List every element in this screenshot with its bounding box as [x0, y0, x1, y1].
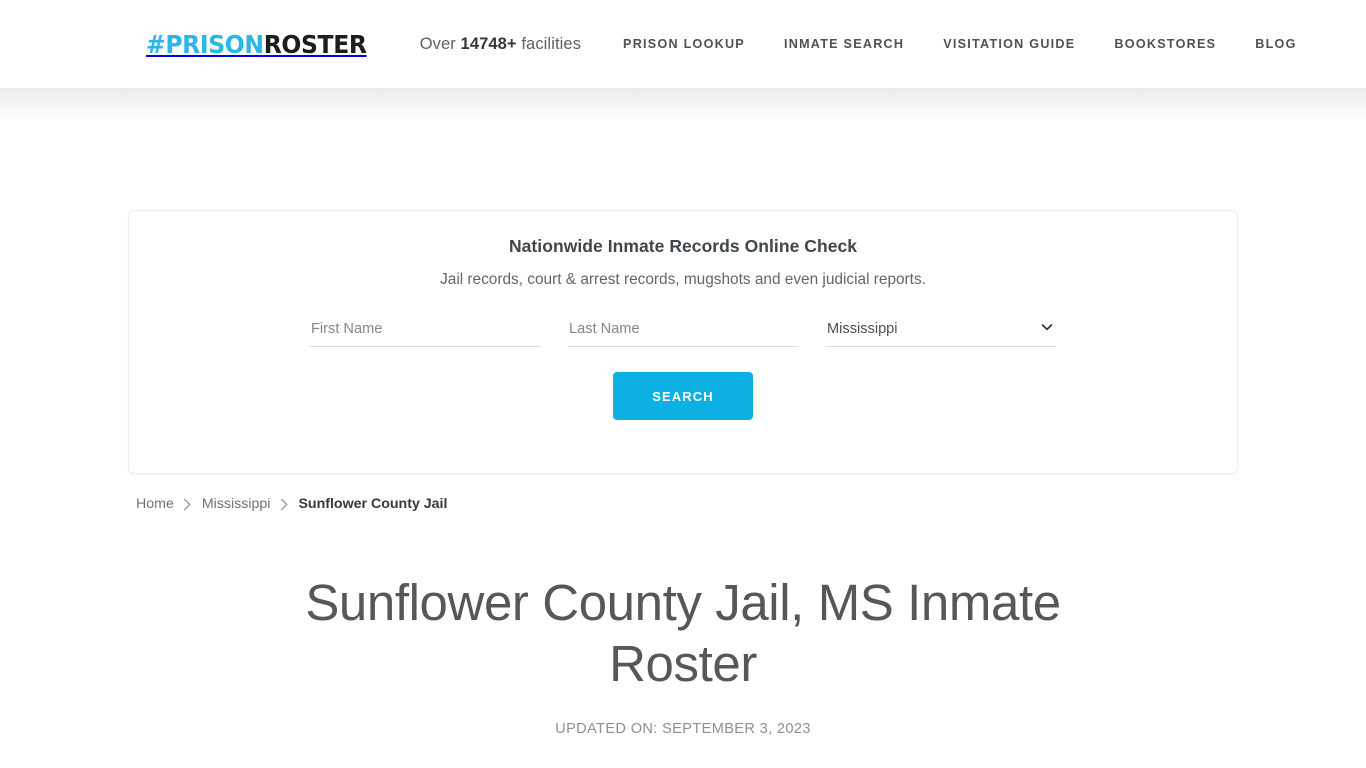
nav-item-blog[interactable]: BLOG [1255, 37, 1296, 51]
nav-item-inmate-search[interactable]: INMATE SEARCH [784, 37, 904, 51]
updated-on-label: UPDATED ON: SEPTEMBER 3, 2023 [555, 721, 811, 737]
nav-item-visitation-guide[interactable]: VISITATION GUIDE [943, 37, 1075, 51]
breadcrumb: Home Mississippi Sunflower County Jail [136, 496, 447, 512]
state-select[interactable]: Mississippi [826, 315, 1056, 346]
nav-item-prison-lookup[interactable]: PRISON LOOKUP [623, 37, 745, 51]
search-button[interactable]: SEARCH [613, 372, 753, 420]
logo-mark: #PRISON [146, 29, 264, 59]
site-header: #PRISONROSTER Over 14748+ facilities PRI… [0, 0, 1366, 122]
facilities-suffix: facilities [516, 34, 582, 53]
last-name-field [568, 315, 798, 347]
search-button-wrap: SEARCH [129, 372, 1237, 420]
site-logo[interactable]: #PRISONROSTER [146, 32, 367, 57]
breadcrumb-item-current: Sunflower County Jail [298, 496, 448, 512]
breadcrumb-item-mississippi[interactable]: Mississippi [202, 496, 271, 512]
inmate-search-card: Nationwide Inmate Records Online Check J… [128, 210, 1238, 474]
logo-name: ROSTER [263, 29, 367, 59]
inmate-search-form: Mississippi [129, 315, 1237, 347]
state-select-field: Mississippi [826, 315, 1056, 347]
last-name-input[interactable] [568, 315, 798, 346]
chevron-right-icon [174, 497, 202, 511]
search-card-subtitle: Jail records, court & arrest records, mu… [440, 271, 926, 288]
search-card-title: Nationwide Inmate Records Online Check [508, 236, 858, 256]
nav-item-bookstores[interactable]: BOOKSTORES [1114, 37, 1216, 51]
breadcrumb-item-home[interactable]: Home [136, 496, 174, 512]
page-title: Sunflower County Jail, MS Inmate Roster [305, 574, 1061, 692]
page-title-block: Sunflower County Jail, MS Inmate Roster … [0, 572, 1366, 737]
first-name-input[interactable] [310, 315, 540, 346]
facilities-count: Over 14748+ facilities [420, 35, 581, 54]
first-name-field [310, 315, 540, 347]
facilities-prefix: Over [419, 34, 461, 53]
header-inner: #PRISONROSTER Over 14748+ facilities PRI… [0, 0, 1366, 88]
header-shadow [0, 88, 1366, 122]
main-navigation: PRISON LOOKUP INMATE SEARCH VISITATION G… [623, 37, 1297, 51]
facilities-number: 14748+ [460, 34, 517, 53]
chevron-right-icon [270, 497, 298, 511]
